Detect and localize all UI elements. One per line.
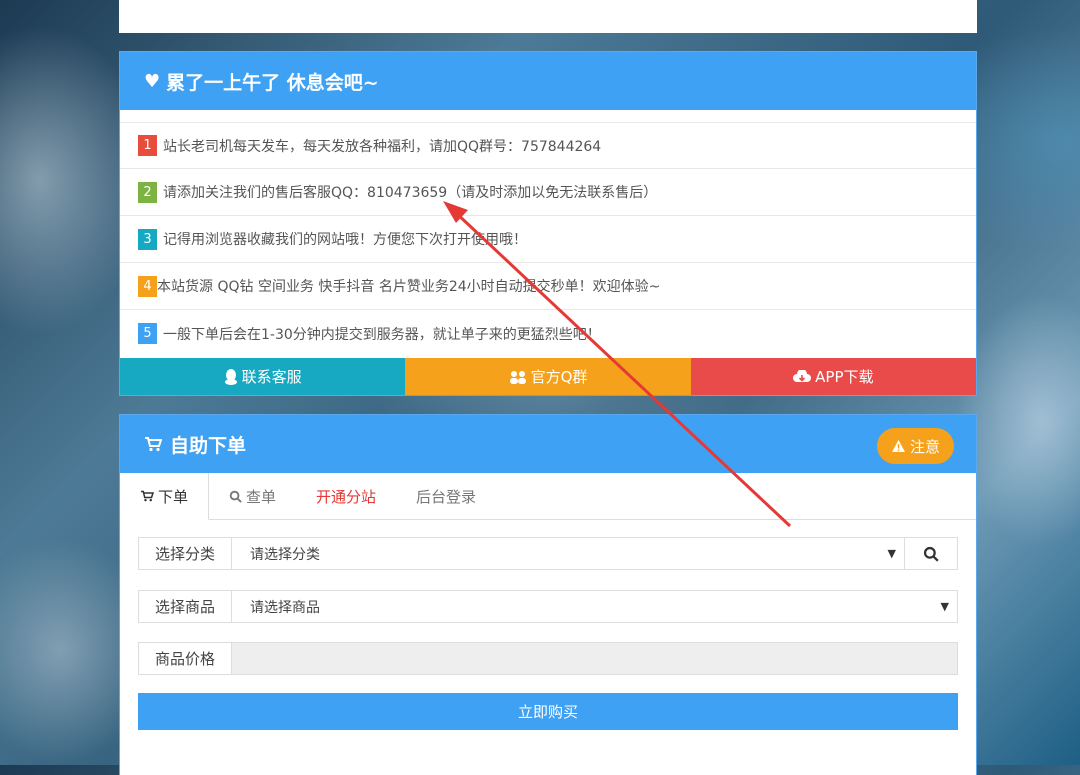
tab-admin-login[interactable]: 后台登录 (396, 473, 496, 519)
app-download-label: APP下载 (815, 368, 874, 386)
goods-label: 选择商品 (138, 590, 232, 623)
category-select[interactable]: 请选择分类 ▼ (232, 537, 905, 570)
notice-item: 4 本站货源 QQ钻 空间业务 快手抖音 名片赞业务24小时自动提交秒单！欢迎体… (120, 263, 976, 310)
order-tabs: 下单 查单 开通分站 后台登录 (120, 473, 976, 520)
buy-now-label: 立即购买 (517, 703, 578, 721)
price-row: 商品价格 (138, 642, 958, 675)
notice-item: 3 记得用浏览器收藏我们的网站哦！方便您下次打开使用哦！ (120, 216, 976, 263)
users-icon (509, 370, 526, 384)
qq-penguin-icon (224, 368, 237, 385)
caret-down-icon: ▼ (887, 547, 896, 560)
notice-item: 2 请添加关注我们的售后客服QQ：810473659（请及时添加以免无法联系售后… (120, 169, 976, 216)
category-value: 请选择分类 (250, 546, 320, 563)
notice-text: 站长老司机每天发车，每天发放各种福利，请加QQ群号：757844264 (163, 138, 602, 155)
notice-number-badge: 4 (138, 275, 157, 297)
heart-icon: ♥ (144, 70, 161, 92)
notice-item: 1 站长老司机每天发车，每天发放各种福利，请加QQ群号：757844264 (120, 122, 976, 169)
tab-order[interactable]: 下单 (120, 473, 210, 520)
official-qq-group-button[interactable]: 官方Q群 (405, 358, 691, 395)
notice-title: 累了一上午了 休息会吧~ (166, 71, 379, 94)
category-row: 选择分类 请选择分类 ▼ (138, 537, 958, 570)
category-label: 选择分类 (138, 537, 232, 570)
goods-value: 请选择商品 (250, 599, 320, 616)
notice-number-badge: 3 (138, 228, 157, 250)
notice-text: 本站货源 QQ钻 空间业务 快手抖音 名片赞业务24小时自动提交秒单！欢迎体验~ (157, 279, 661, 295)
tab-query[interactable]: 查单 (209, 473, 296, 519)
notice-text: 记得用浏览器收藏我们的网站哦！方便您下次打开使用哦！ (163, 232, 527, 248)
search-icon (923, 546, 939, 562)
tab-open-substation[interactable]: 开通分站 (296, 473, 396, 519)
goods-select[interactable]: 请选择商品 ▼ (232, 590, 958, 623)
notice-header: ♥ 累了一上午了 休息会吧~ (120, 52, 976, 110)
tab-order-label: 下单 (158, 487, 189, 506)
warning-label: 注意 (909, 437, 940, 456)
notice-warning-button[interactable]: 注意 (876, 428, 954, 464)
tab-admin-login-label: 后台登录 (416, 487, 477, 506)
caret-down-icon: ▼ (940, 600, 949, 613)
cart-icon (141, 490, 154, 502)
warning-icon (891, 440, 905, 452)
contact-button-row: 联系客服 官方Q群 APP下载 (120, 358, 976, 395)
notice-text: 一般下单后会在1-30分钟内提交到服务器，就让单子来的更猛烈些吧！ (163, 326, 601, 343)
notice-list: 1 站长老司机每天发车，每天发放各种福利，请加QQ群号：757844264 2 … (120, 122, 976, 357)
search-icon (229, 490, 242, 503)
goods-row: 选择商品 请选择商品 ▼ (138, 590, 958, 623)
notice-number-badge: 2 (138, 181, 157, 203)
tab-query-label: 查单 (246, 487, 277, 506)
contact-service-label: 联系客服 (241, 368, 302, 386)
official-qq-group-label: 官方Q群 (530, 368, 588, 386)
app-download-button[interactable]: APP下载 (690, 358, 976, 395)
notice-text: 请添加关注我们的售后客服QQ：810473659（请及时添加以免无法联系售后） (163, 185, 658, 201)
notice-number-badge: 1 (138, 135, 157, 156)
notice-panel: ♥ 累了一上午了 休息会吧~ 1 站长老司机每天发车，每天发放各种福利，请加QQ… (119, 51, 977, 396)
order-panel: 自助下单 注意 下单 查单 开通分站 后台登录 选择分类 请选择分类 ▼ 选择商… (119, 414, 977, 775)
cloud-download-icon (793, 370, 812, 382)
cart-icon (145, 437, 162, 452)
order-title: 自助下单 (170, 434, 247, 457)
previous-panel (119, 0, 977, 33)
order-header: 自助下单 注意 (120, 415, 976, 473)
tab-open-substation-label: 开通分站 (316, 487, 377, 506)
price-field (232, 642, 958, 675)
contact-service-button[interactable]: 联系客服 (120, 358, 406, 395)
notice-item: 5 一般下单后会在1-30分钟内提交到服务器，就让单子来的更猛烈些吧！ (120, 310, 976, 357)
notice-number-badge: 5 (138, 323, 157, 344)
buy-now-button[interactable]: 立即购买 (138, 693, 958, 730)
price-label: 商品价格 (138, 642, 232, 675)
category-search-button[interactable] (905, 537, 958, 570)
